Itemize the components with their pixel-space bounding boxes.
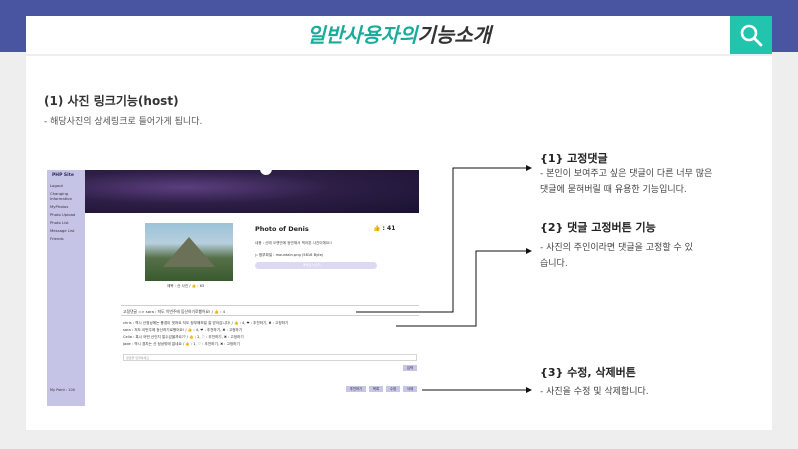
arrow-pinned [356, 165, 532, 313]
footer-band [0, 430, 798, 449]
note-desc-3: - 사진을 수정 및 삭제합니다. [540, 384, 649, 400]
note-line: - 사진을 수정 및 삭제합니다. [540, 387, 649, 397]
title-rest: 기능소개 [417, 23, 491, 47]
page-title: 일반사용자의기능소개 [26, 16, 772, 54]
note-line: 습니다. [540, 259, 568, 269]
title-accent: 일반사용자의 [306, 23, 418, 47]
arrow-pin-button [396, 248, 532, 327]
note-line: - 본인이 보여주고 싶은 댓글이 다른 너무 많은 [540, 169, 713, 179]
search-button[interactable] [730, 16, 772, 54]
note-desc-1: - 본인이 보여주고 싶은 댓글이 다른 너무 많은 댓글에 묻혀버릴 때 유용… [540, 166, 712, 198]
note-desc-2: - 사진의 주인이라면 댓글을 고정할 수 있 습니다. [540, 240, 693, 272]
note-line: 댓글에 묻혀버릴 때 유용한 기능입니다. [540, 185, 687, 195]
search-icon [740, 24, 763, 47]
note-line: - 사진의 주인이라면 댓글을 고정할 수 있 [540, 243, 693, 253]
note-title-2: {2} 댓글 고정버튼 기능 [540, 221, 656, 234]
content-card: (1) 사진 링크기능(host) - 해당사진의 상세링크로 들어가게 됩니다… [26, 56, 772, 430]
title-bar: 일반사용자의기능소개 [26, 16, 772, 54]
note-title-1: {1} 고정댓글 [540, 152, 608, 165]
note-title-3: {3} 수정, 삭제버튼 [540, 366, 636, 379]
